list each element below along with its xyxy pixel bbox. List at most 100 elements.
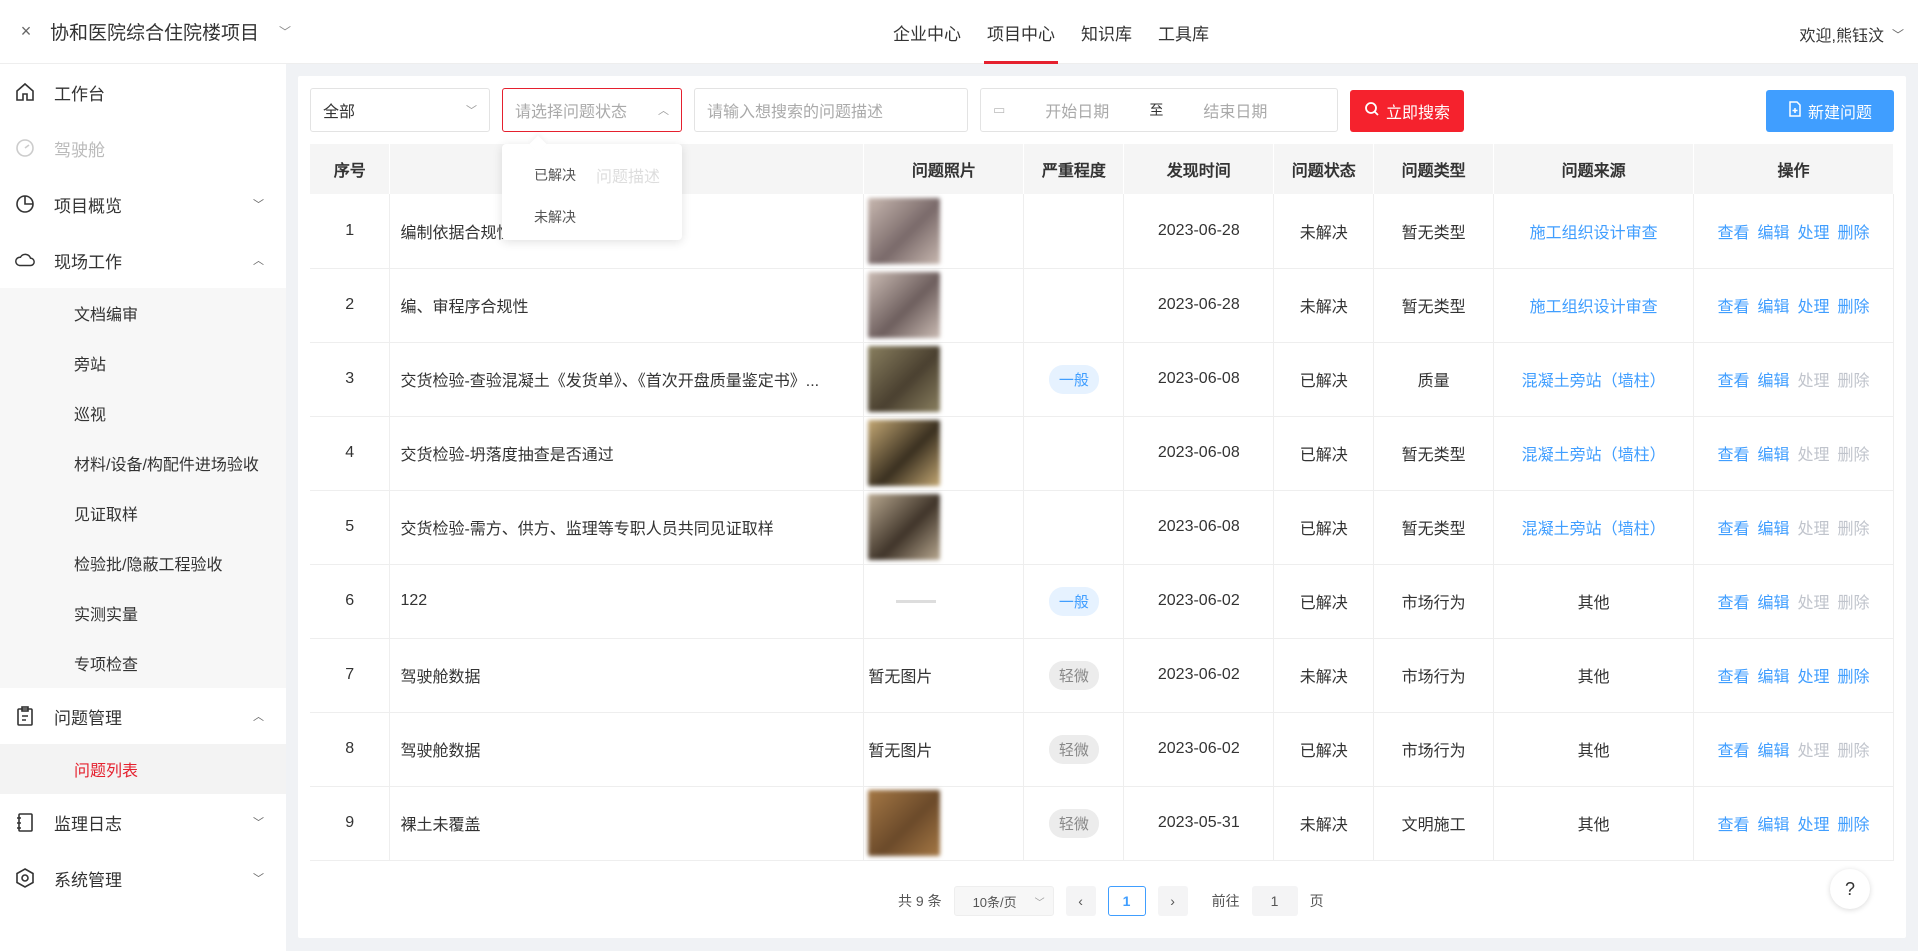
status-option-resolved[interactable]: 已解决 问题描述	[502, 154, 682, 196]
problem-photo-thumbnail[interactable]	[868, 420, 941, 486]
source-link[interactable]: 混凝土旁站（墙柱）	[1522, 373, 1666, 390]
nav-enterprise-center[interactable]: 企业中心	[880, 0, 974, 64]
prev-page-button[interactable]: ‹	[1065, 886, 1096, 916]
source-link[interactable]: 施工组织设计审查	[1530, 225, 1658, 242]
problem-photo-thumbnail[interactable]	[868, 346, 941, 412]
sidebar-item-label: 问题管理	[54, 708, 122, 728]
new-problem-button[interactable]: 新建问题	[1766, 90, 1894, 132]
edit-button[interactable]: 编辑	[1758, 743, 1790, 760]
sidebar-sub-special-inspection[interactable]: 专项检查	[0, 638, 286, 688]
sidebar-sub-measurement[interactable]: 实测实量	[0, 588, 286, 638]
project-selector[interactable]: × 协和医院综合住院楼项目 ﹀	[16, 18, 291, 45]
handle-button[interactable]: 处理	[1798, 595, 1830, 612]
severity-tag: 一般	[1048, 364, 1099, 394]
handle-button[interactable]: 处理	[1798, 743, 1830, 760]
cell-severity	[1023, 268, 1125, 343]
problem-photo-thumbnail[interactable]	[896, 599, 937, 603]
edit-button[interactable]: 编辑	[1758, 447, 1790, 464]
delete-button[interactable]: 删除	[1838, 595, 1870, 612]
view-button[interactable]: 查看	[1718, 669, 1750, 686]
goto-page-input[interactable]: 1	[1251, 886, 1298, 916]
sidebar-item-problem-management[interactable]: 问题管理 ︿	[0, 688, 286, 744]
problem-photo-thumbnail[interactable]	[868, 790, 941, 856]
sidebar-sub-side-station[interactable]: 旁站	[0, 338, 286, 388]
sidebar-item-supervision-log[interactable]: 监理日志 ﹀	[0, 794, 286, 850]
delete-button[interactable]: 删除	[1838, 817, 1870, 834]
edit-button[interactable]: 编辑	[1758, 669, 1790, 686]
problem-photo-thumbnail[interactable]	[868, 197, 941, 264]
handle-button[interactable]: 处理	[1798, 669, 1830, 686]
dashboard-icon	[14, 137, 36, 159]
view-button[interactable]: 查看	[1718, 743, 1750, 760]
status-select[interactable]: 请选择问题状态 ︿	[502, 88, 682, 132]
delete-button[interactable]: 删除	[1838, 299, 1870, 316]
nav-tool-library[interactable]: 工具库	[1145, 0, 1222, 64]
cell-photo	[863, 786, 1025, 861]
next-page-button[interactable]: ›	[1157, 886, 1188, 916]
edit-button[interactable]: 编辑	[1758, 595, 1790, 612]
help-button[interactable]: ?	[1830, 869, 1870, 909]
edit-button[interactable]: 编辑	[1758, 521, 1790, 538]
sidebar-item-project-overview[interactable]: 项目概览 ﹀	[0, 176, 286, 232]
sidebar-item-workbench[interactable]: 工作台	[0, 64, 286, 120]
edit-button[interactable]: 编辑	[1758, 225, 1790, 242]
delete-button[interactable]: 删除	[1838, 669, 1870, 686]
status-option-unresolved[interactable]: 未解决	[502, 196, 682, 238]
sidebar-sub-patrol[interactable]: 巡视	[0, 388, 286, 438]
chevron-down-icon: ﹀	[1034, 897, 1045, 909]
end-date-input[interactable]: 结束日期	[1203, 98, 1267, 122]
source-link[interactable]: 混凝土旁站（墙柱）	[1522, 447, 1666, 464]
handle-button[interactable]: 处理	[1798, 225, 1830, 242]
delete-button[interactable]: 删除	[1838, 373, 1870, 390]
handle-button[interactable]: 处理	[1798, 447, 1830, 464]
cell-actions: 查看 编辑 处理 删除	[1693, 638, 1894, 713]
search-button[interactable]: 立即搜索	[1350, 90, 1464, 132]
source-text: 其他	[1577, 595, 1610, 612]
sidebar-sub-inspection-batch[interactable]: 检验批/隐蔽工程验收	[0, 538, 286, 588]
handle-button[interactable]: 处理	[1798, 299, 1830, 316]
source-link[interactable]: 混凝土旁站（墙柱）	[1522, 521, 1666, 538]
user-menu[interactable]: 欢迎,熊钰汶 ﹀	[1800, 22, 1904, 46]
problem-photo-thumbnail[interactable]	[868, 272, 941, 338]
sidebar-sub-problem-list[interactable]: 问题列表	[0, 744, 286, 794]
sidebar-sub-witness-sampling[interactable]: 见证取样	[0, 488, 286, 538]
description-search-input[interactable]: 请输入想搜索的问题描述	[694, 88, 968, 132]
cell-date: 2023-06-28	[1123, 268, 1275, 343]
edit-button[interactable]: 编辑	[1758, 373, 1790, 390]
sidebar-item-field-work[interactable]: 现场工作 ︿	[0, 232, 286, 288]
problem-photo-thumbnail[interactable]	[868, 494, 941, 560]
edit-button[interactable]: 编辑	[1758, 299, 1790, 316]
view-button[interactable]: 查看	[1718, 447, 1750, 464]
delete-button[interactable]: 删除	[1838, 225, 1870, 242]
sidebar-item-cockpit[interactable]: 驾驶舱	[0, 120, 286, 176]
delete-button[interactable]: 删除	[1838, 743, 1870, 760]
close-icon[interactable]: ×	[16, 21, 36, 42]
sidebar-sub-material-acceptance[interactable]: 材料/设备/构配件进场验收	[0, 438, 286, 488]
page-size-select[interactable]: 10条/页 ﹀	[953, 886, 1054, 916]
delete-button[interactable]: 删除	[1838, 447, 1870, 464]
status-option-label: 未解决	[534, 209, 576, 225]
view-button[interactable]: 查看	[1718, 373, 1750, 390]
cell-description: 交货检验-查验混凝土《发货单》、《首次开盘质量鉴定书》...	[389, 342, 865, 417]
cell-severity: 轻微	[1023, 712, 1125, 787]
view-button[interactable]: 查看	[1718, 595, 1750, 612]
handle-button[interactable]: 处理	[1798, 373, 1830, 390]
sidebar-item-system-management[interactable]: 系统管理 ﹀	[0, 850, 286, 906]
view-button[interactable]: 查看	[1718, 225, 1750, 242]
source-link[interactable]: 施工组织设计审查	[1530, 299, 1658, 316]
view-button[interactable]: 查看	[1718, 817, 1750, 834]
view-button[interactable]: 查看	[1718, 521, 1750, 538]
view-button[interactable]: 查看	[1718, 299, 1750, 316]
handle-button[interactable]: 处理	[1798, 521, 1830, 538]
edit-button[interactable]: 编辑	[1758, 817, 1790, 834]
scope-select[interactable]: 全部 ﹀	[310, 88, 490, 132]
date-range-picker[interactable]: ▭ 开始日期 至 结束日期	[980, 88, 1338, 132]
sidebar-sub-document-review[interactable]: 文档编审	[0, 288, 286, 338]
delete-button[interactable]: 删除	[1838, 521, 1870, 538]
page-number-current[interactable]: 1	[1107, 886, 1146, 916]
search-icon	[1364, 101, 1380, 122]
handle-button[interactable]: 处理	[1798, 817, 1830, 834]
start-date-input[interactable]: 开始日期	[1045, 98, 1109, 122]
nav-project-center[interactable]: 项目中心	[974, 0, 1068, 64]
nav-knowledge-base[interactable]: 知识库	[1068, 0, 1145, 64]
